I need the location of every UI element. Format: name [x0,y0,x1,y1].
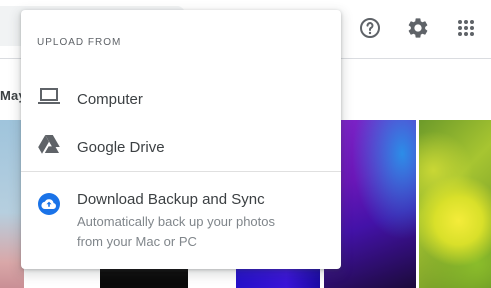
upload-from-google-drive-item[interactable]: Google Drive [21,120,341,168]
download-backup-and-sync-item[interactable]: Download Backup and Sync Automatically b… [21,180,341,262]
description-line: Automatically back up your photos [77,214,275,229]
menu-divider [21,171,341,172]
laptop-icon [37,84,61,108]
google-drive-icon [37,132,61,156]
menu-item-label: Download Backup and Sync [77,191,265,208]
gear-icon[interactable] [406,16,430,40]
help-circle-icon[interactable] [358,16,382,40]
photo-thumbnail[interactable] [419,120,491,288]
apps-grid-icon[interactable] [454,16,478,40]
upload-from-computer-item[interactable]: Computer [21,72,341,120]
menu-item-label: Google Drive [77,139,165,156]
description-line: from your Mac or PC [77,234,197,249]
menu-item-label: Computer [77,91,143,108]
cloud-upload-icon [37,192,61,216]
menu-item-description: Automatically back up your photos from y… [77,212,327,252]
menu-heading: UPLOAD FROM [37,37,122,48]
upload-menu: UPLOAD FROM Computer Google Drive Downlo… [21,10,341,269]
